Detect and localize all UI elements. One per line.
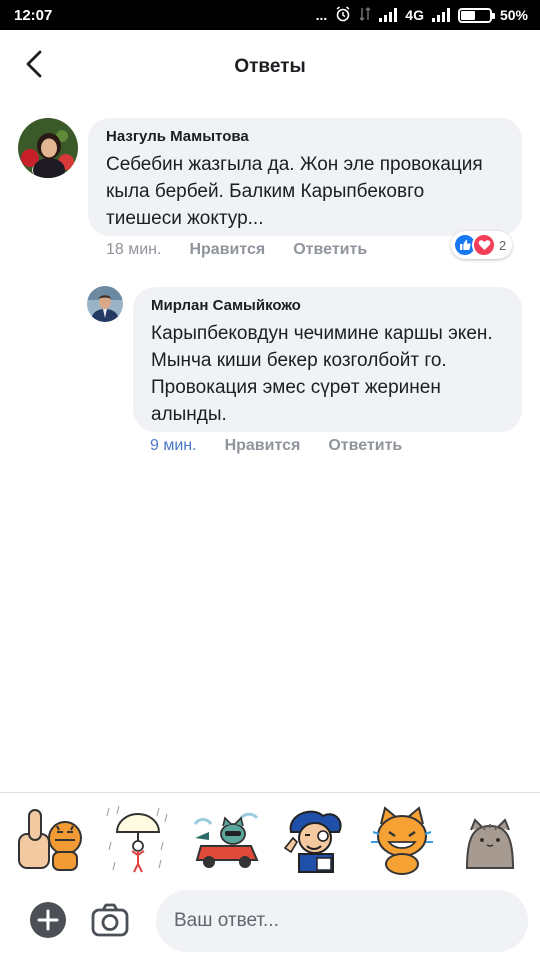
sticker-tray xyxy=(0,796,540,882)
divider xyxy=(0,792,540,793)
reply-actions: 9 мин. Нравится Ответить xyxy=(150,437,430,455)
composer xyxy=(0,882,540,960)
comment-time[interactable]: 18 мин. xyxy=(106,241,161,259)
avatar[interactable] xyxy=(18,118,78,178)
status-icons: ... 4G 50% xyxy=(315,5,528,25)
reply-reply-button[interactable]: Ответить xyxy=(328,437,402,455)
comment-text: Себебин жазгыла да. Жон эле провокация к… xyxy=(106,154,483,229)
alarm-icon xyxy=(335,5,351,25)
network-type: 4G xyxy=(405,7,424,23)
data-transfer-icon xyxy=(359,6,371,25)
signal-icon xyxy=(379,8,398,22)
camera-button[interactable] xyxy=(90,900,130,940)
status-time: 12:07 xyxy=(14,6,53,24)
back-button[interactable] xyxy=(16,46,52,82)
page-title: Ответы xyxy=(234,56,306,77)
header: Ответы xyxy=(0,30,540,106)
battery-icon xyxy=(457,7,495,23)
love-icon xyxy=(472,233,496,257)
camera-icon xyxy=(91,903,129,937)
happy-cat-sticker[interactable] xyxy=(365,802,439,876)
cat-driving-car-sticker[interactable] xyxy=(189,802,263,876)
thumbs-up-tiger-sticker[interactable] xyxy=(13,802,87,876)
reactions-badge[interactable]: 2 xyxy=(451,231,513,259)
reply-avatar[interactable] xyxy=(87,286,123,322)
battery-fill xyxy=(460,10,475,20)
reply-text: Карыпбековдун чечимине каршы экен. Мынча… xyxy=(151,323,493,425)
status-dots: ... xyxy=(315,7,328,23)
umbrella-rain-sticker[interactable] xyxy=(101,802,175,876)
reaction-count: 2 xyxy=(499,237,507,253)
signal-icon-2 xyxy=(431,8,450,22)
comment-bubble[interactable]: Назгуль Мамытова Себебин жазгыла да. Жон… xyxy=(88,118,522,236)
chevron-left-icon xyxy=(26,50,42,78)
like-button[interactable]: Нравится xyxy=(189,241,265,259)
waving-boy-sticker[interactable] xyxy=(277,802,351,876)
reply-like-button[interactable]: Нравится xyxy=(225,437,301,455)
reply-time[interactable]: 9 мин. xyxy=(150,437,197,455)
battery-percent: 50% xyxy=(499,7,528,23)
reply-bubble[interactable]: Мирлан Самыйкожо Карыпбековдун чечимине … xyxy=(133,287,522,432)
comment-author[interactable]: Назгуль Мамытова xyxy=(106,128,504,145)
status-bar: 12:07 ... 4G 50% xyxy=(0,0,540,30)
comment-actions: 18 мин. Нравится Ответить xyxy=(106,241,395,259)
reply-button[interactable]: Ответить xyxy=(293,241,367,259)
add-button[interactable] xyxy=(28,900,68,940)
plus-circle-icon xyxy=(30,902,66,938)
pusheen-cat-sticker[interactable] xyxy=(453,802,527,876)
reply-author[interactable]: Мирлан Самыйкожо xyxy=(151,297,504,314)
reply-input[interactable] xyxy=(156,890,528,952)
